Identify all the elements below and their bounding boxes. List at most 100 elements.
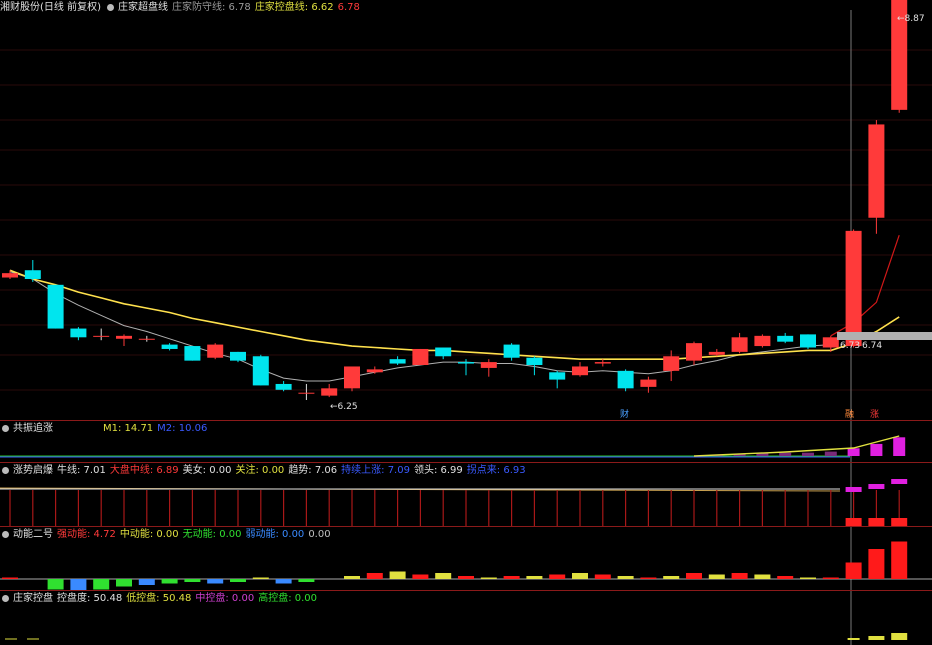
indicator-dot-icon[interactable]: [106, 4, 114, 11]
p4-bar: [800, 577, 816, 579]
stock-title[interactable]: 湘财股份(日线 前复权): [0, 2, 101, 13]
candle-body: [412, 348, 429, 366]
candle-body: [252, 356, 269, 386]
high-arrow-icon: ←: [897, 14, 905, 24]
p4-bar: [640, 577, 657, 579]
candle-body: [686, 343, 702, 361]
candle-body: [435, 347, 452, 357]
panel3-header: 涨势启爆 牛线: 7.01 大盘中线: 6.89 美女: 0.00 关注: 0.00 趋势…: [0, 464, 534, 478]
panel4-value-4: 0.00: [308, 529, 331, 540]
p4-bar: [412, 574, 429, 579]
panel3-dot-icon[interactable]: [2, 467, 9, 474]
p4-bar: [708, 574, 725, 579]
panel4-dot-icon[interactable]: [2, 531, 9, 538]
panel5-name[interactable]: 庄家控盘: [13, 593, 53, 604]
ma-red-line: [830, 235, 900, 337]
p4-bar: [138, 579, 155, 585]
p4-bar: [617, 576, 634, 579]
p4-bar: [480, 577, 497, 579]
panel5-header: 庄家控盘 控盘度: 50.48 低控盘: 50.48 中控盘: 0.00 高控盘: 0.…: [0, 592, 325, 606]
p3-marker: [891, 479, 908, 484]
panel3-value-4: 趋势: 7.06: [288, 465, 338, 476]
p3-red-block: [868, 518, 885, 526]
panel2-dot-icon[interactable]: [2, 425, 9, 432]
candle-body: [777, 335, 794, 342]
p4-bar: [549, 574, 566, 579]
candle-body: [480, 362, 497, 368]
p4-bar: [594, 574, 611, 579]
panel3-value-3: 关注: 0.00: [235, 465, 285, 476]
p4-bar: [731, 573, 748, 579]
p5-bar: [891, 633, 908, 640]
p4-bar: [207, 579, 224, 584]
panel-divider: [0, 420, 932, 421]
low-arrow-icon: ←: [330, 402, 338, 412]
panel5-value-3: 高控盘: 0.00: [258, 593, 318, 604]
candle-body: [389, 359, 406, 364]
p4-bar: [526, 576, 543, 579]
last-price-b: 6.74: [862, 341, 883, 351]
p2-bar: [779, 452, 792, 456]
panel5-dot-icon[interactable]: [2, 595, 9, 602]
panel4-value-2: 无动能: 0.00: [182, 529, 242, 540]
candle-body: [47, 284, 64, 329]
candle-body: [321, 388, 338, 396]
limit-up-badge[interactable]: 涨: [870, 410, 879, 421]
candle-body: [503, 344, 520, 358]
panel3-value-5: 持续上涨: 7.09: [341, 465, 410, 476]
p4-bar: [116, 579, 132, 587]
p2-bar: [802, 452, 814, 456]
p4-bar: [275, 579, 292, 584]
p4-bar: [572, 573, 588, 579]
high-price-label: ←8.87: [897, 14, 925, 24]
panel2-m1: M1: 14.71: [103, 423, 154, 434]
candle-body: [70, 328, 87, 338]
panel3-value-0: 牛线: 7.01: [57, 465, 106, 476]
candle-body: [663, 356, 680, 371]
candle-body: [868, 124, 885, 218]
p2-signal-line: [693, 435, 900, 457]
candle-body: [184, 346, 201, 361]
extra-value: 6.78: [337, 2, 360, 13]
p4-bar: [663, 576, 680, 579]
candle-body: [24, 270, 41, 279]
stock-chart: [0, 0, 932, 645]
panel5-value-0: 控盘度: 50.48: [57, 593, 123, 604]
p4-bar: [686, 573, 702, 579]
defend-value: 庄家防守线: 6.78: [171, 2, 251, 13]
p4-bar: [298, 579, 315, 582]
p5-bar: [847, 638, 860, 640]
last-price-a: 6.73: [840, 341, 861, 351]
candle-body: [138, 338, 155, 340]
candle-body: [845, 230, 862, 347]
p2-bar: [870, 443, 883, 456]
panel-divider: [0, 590, 932, 591]
p4-bar: [503, 576, 520, 579]
margin-badge[interactable]: 融: [845, 410, 854, 421]
main-header: 湘财股份(日线 前复权) 庄家超盘线 庄家防守线: 6.78 庄家控盘线: 6.62 6…: [0, 1, 364, 15]
panel2-name[interactable]: 共振追涨: [13, 423, 53, 434]
indicator-name[interactable]: 庄家超盘线: [118, 2, 168, 13]
panel2-m2: M2: 10.06: [157, 423, 208, 434]
candle-body: [572, 366, 588, 376]
p4-bar: [845, 562, 862, 579]
panel3-name[interactable]: 涨势启爆: [13, 465, 53, 476]
panel4-name[interactable]: 动能二号: [13, 529, 53, 540]
panel4-value-1: 中动能: 0.00: [119, 529, 179, 540]
candle-body: [526, 357, 543, 366]
p4-bar: [230, 579, 246, 582]
p2-bar: [824, 451, 837, 456]
panel3-value-7: 拐点来: 6.93: [466, 465, 526, 476]
panel5-value-2: 中控盘: 0.00: [195, 593, 255, 604]
candle-body: [344, 366, 360, 389]
panel4-value-0: 强动能: 4.72: [57, 529, 116, 540]
finance-badge[interactable]: 财: [620, 410, 629, 421]
p4-bar: [754, 574, 771, 579]
p4-bar: [389, 571, 406, 579]
low-price-label: ←6.25: [330, 402, 358, 412]
panel-divider: [0, 526, 932, 527]
p4-bar: [93, 579, 110, 590]
panel4-value-3: 弱动能: 0.00: [245, 529, 305, 540]
candle-body: [275, 383, 292, 390]
p4-bar: [777, 576, 794, 579]
